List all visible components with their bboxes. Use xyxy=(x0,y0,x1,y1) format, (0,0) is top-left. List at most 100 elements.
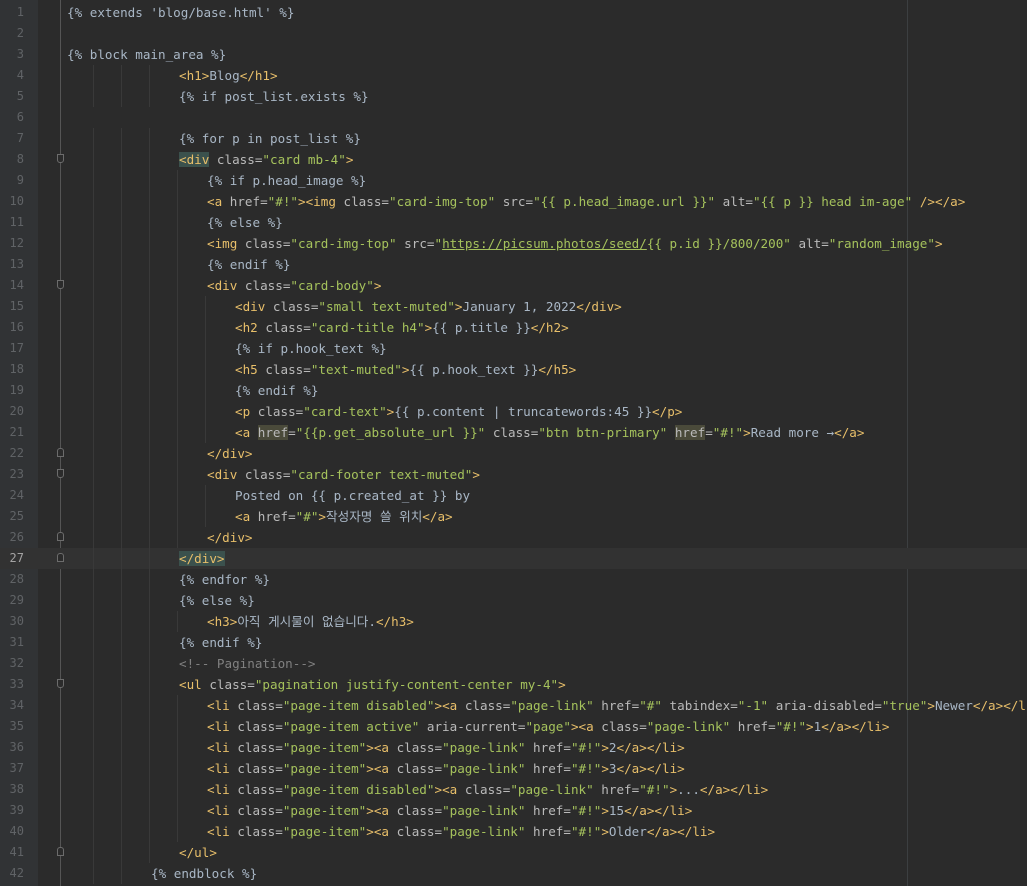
code-line[interactable]: 27 </div> xyxy=(0,548,1027,569)
code-line[interactable]: 2 xyxy=(0,23,1027,44)
code-line[interactable]: 5 {% if post_list.exists %} xyxy=(0,86,1027,107)
line-number: 32 xyxy=(9,656,24,670)
indent-guide xyxy=(149,275,150,296)
code-text[interactable]: <div class="card mb-4"> xyxy=(179,149,353,170)
indent-guide xyxy=(93,296,94,317)
code-text[interactable]: {% endif %} xyxy=(207,254,290,275)
code-line[interactable]: 18 <h5 class="text-muted">{{ p.hook_text … xyxy=(0,359,1027,380)
code-text[interactable]: {% else %} xyxy=(179,590,255,611)
code-line[interactable]: 33 <ul class="pagination justify-content-… xyxy=(0,674,1027,695)
code-text[interactable]: {% block main_area %} xyxy=(67,44,226,65)
code-text[interactable]: </div> xyxy=(179,548,225,569)
fold-toggle-icon[interactable] xyxy=(57,448,64,457)
code-text[interactable]: <li class="page-item"><a class="page-lin… xyxy=(207,758,685,779)
code-line[interactable]: 11 {% else %} xyxy=(0,212,1027,233)
code-text[interactable]: <a href="#">작성자명 쓸 위치</a> xyxy=(235,506,453,527)
code-text[interactable]: {% if post_list.exists %} xyxy=(179,86,369,107)
code-line[interactable]: 39 <li class="page-item"><a class="page-l… xyxy=(0,800,1027,821)
code-text[interactable]: <li class="page-item"><a class="page-lin… xyxy=(207,737,685,758)
code-line[interactable]: 38 <li class="page-item disabled"><a clas… xyxy=(0,779,1027,800)
code-token: {{ p.title }} xyxy=(432,320,531,335)
code-text[interactable]: {% endfor %} xyxy=(179,569,270,590)
code-token: > xyxy=(454,299,463,314)
code-line[interactable]: 36 <li class="page-item"><a class="page-l… xyxy=(0,737,1027,758)
code-line[interactable]: 20 <p class="card-text">{{ p.content | tr… xyxy=(0,401,1027,422)
fold-toggle-icon[interactable] xyxy=(57,532,64,541)
code-text[interactable]: <div class="card-footer text-muted"> xyxy=(207,464,480,485)
code-text[interactable]: {% endif %} xyxy=(179,632,262,653)
code-text[interactable]: Posted on {{ p.created_at }} by xyxy=(235,485,470,506)
code-line[interactable]: 22 </div> xyxy=(0,443,1027,464)
code-text[interactable]: {% if p.hook_text %} xyxy=(235,338,387,359)
code-text[interactable]: <li class="page-item"><a class="page-lin… xyxy=(207,821,715,842)
code-line[interactable]: 34 <li class="page-item disabled"><a clas… xyxy=(0,695,1027,716)
code-line[interactable]: 30 <h3>아직 게시물이 없습니다.</h3> xyxy=(0,611,1027,632)
code-text[interactable]: <!-- Pagination--> xyxy=(179,653,315,674)
code-text[interactable]: <a href="{{p.get_absolute_url }}" class=… xyxy=(235,422,864,443)
code-editor[interactable]: 1 {% extends 'blog/base.html' %} 2 3 {% bloc… xyxy=(0,0,1027,886)
code-text[interactable]: </div> xyxy=(207,443,253,464)
code-line[interactable]: 24 Posted on {{ p.created_at }} by xyxy=(0,485,1027,506)
line-number: 2 xyxy=(16,26,24,40)
code-text[interactable]: <h5 class="text-muted">{{ p.hook_text }}… xyxy=(235,359,576,380)
code-line[interactable]: 7 {% for p in post_list %} xyxy=(0,128,1027,149)
code-text[interactable]: <h3>아직 게시물이 없습니다.</h3> xyxy=(207,611,414,632)
code-text[interactable]: <h1>Blog</h1> xyxy=(179,65,278,86)
code-line[interactable]: 25 <a href="#">작성자명 쓸 위치</a> xyxy=(0,506,1027,527)
code-text[interactable]: <li class="page-item disabled"><a class=… xyxy=(207,695,1027,716)
code-line[interactable]: 1 {% extends 'blog/base.html' %} xyxy=(0,2,1027,23)
code-line[interactable]: 3 {% block main_area %} xyxy=(0,44,1027,65)
code-line[interactable]: 26 </div> xyxy=(0,527,1027,548)
code-text[interactable]: <a href="#!"><img class="card-img-top" s… xyxy=(207,191,965,212)
code-line[interactable]: 37 <li class="page-item"><a class="page-l… xyxy=(0,758,1027,779)
code-line[interactable]: 40 <li class="page-item"><a class="page-l… xyxy=(0,821,1027,842)
code-text[interactable]: </ul> xyxy=(179,842,217,863)
code-text[interactable]: </div> xyxy=(207,527,253,548)
fold-toggle-icon[interactable] xyxy=(57,553,64,562)
code-text[interactable]: <div class="card-body"> xyxy=(207,275,381,296)
code-line[interactable]: 15 <div class="small text-muted">January … xyxy=(0,296,1027,317)
code-text[interactable]: {% endblock %} xyxy=(151,863,257,884)
code-line[interactable]: 23 <div class="card-footer text-muted"> xyxy=(0,464,1027,485)
code-line[interactable]: 13 {% endif %} xyxy=(0,254,1027,275)
code-text[interactable]: {% for p in post_list %} xyxy=(179,128,361,149)
fold-toggle-icon[interactable] xyxy=(57,280,64,289)
code-line[interactable]: 12 <img class="card-img-top" src="https:/… xyxy=(0,233,1027,254)
code-line[interactable]: 4 <h1>Blog</h1> xyxy=(0,65,1027,86)
code-line[interactable]: 28 {% endfor %} xyxy=(0,569,1027,590)
code-text[interactable]: {% extends 'blog/base.html' %} xyxy=(67,2,294,23)
code-text[interactable]: <li class="page-item"><a class="page-lin… xyxy=(207,800,692,821)
code-line[interactable]: 32 <!-- Pagination--> xyxy=(0,653,1027,674)
fold-toggle-icon[interactable] xyxy=(57,679,64,688)
code-line[interactable]: 14 <div class="card-body"> xyxy=(0,275,1027,296)
code-line[interactable]: 16 <h2 class="card-title h4">{{ p.title }… xyxy=(0,317,1027,338)
code-text[interactable]: <li class="page-item disabled"><a class=… xyxy=(207,779,768,800)
code-line[interactable]: 31 {% endif %} xyxy=(0,632,1027,653)
code-line[interactable]: 41 </ul> xyxy=(0,842,1027,863)
code-text[interactable]: <li class="page-item active" aria-curren… xyxy=(207,716,889,737)
code-text[interactable]: {% else %} xyxy=(207,212,283,233)
code-line[interactable]: 35 <li class="page-item active" aria-curr… xyxy=(0,716,1027,737)
code-line[interactable]: 10 <a href="#!"><img class="card-img-top"… xyxy=(0,191,1027,212)
indent-guide xyxy=(93,716,94,737)
code-text[interactable]: <img class="card-img-top" src="https://p… xyxy=(207,233,943,254)
fold-toggle-icon[interactable] xyxy=(57,847,64,856)
code-text[interactable]: <ul class="pagination justify-content-ce… xyxy=(179,674,566,695)
code-line[interactable]: 19 {% endif %} xyxy=(0,380,1027,401)
code-lines[interactable]: 1 {% extends 'blog/base.html' %} 2 3 {% bloc… xyxy=(0,2,1027,884)
fold-toggle-icon[interactable] xyxy=(57,469,64,478)
code-line[interactable]: 17 {% if p.hook_text %} xyxy=(0,338,1027,359)
code-line[interactable]: 21 <a href="{{p.get_absolute_url }}" clas… xyxy=(0,422,1027,443)
code-text[interactable]: <p class="card-text">{{ p.content | trun… xyxy=(235,401,682,422)
code-line[interactable]: 6 xyxy=(0,107,1027,128)
fold-toggle-icon[interactable] xyxy=(57,154,64,163)
code-text[interactable]: {% if p.head_image %} xyxy=(207,170,366,191)
code-text[interactable]: <h2 class="card-title h4">{{ p.title }}<… xyxy=(235,317,569,338)
indent-guide xyxy=(93,464,94,485)
code-line[interactable]: 29 {% else %} xyxy=(0,590,1027,611)
code-text[interactable]: {% endif %} xyxy=(235,380,318,401)
code-line[interactable]: 42 {% endblock %} xyxy=(0,863,1027,884)
code-text[interactable]: <div class="small text-muted">January 1,… xyxy=(235,296,622,317)
code-line[interactable]: 9 {% if p.head_image %} xyxy=(0,170,1027,191)
code-line[interactable]: 8 <div class="card mb-4"> xyxy=(0,149,1027,170)
